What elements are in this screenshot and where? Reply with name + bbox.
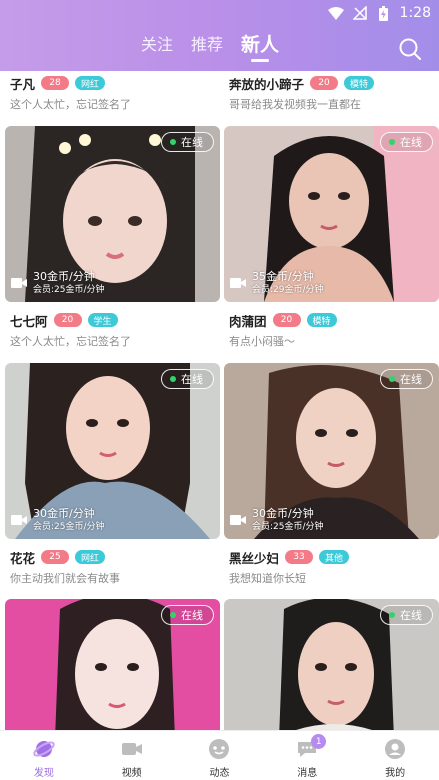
user-card[interactable]: 在线 35金币/分钟 会员:29金币/分钟 xyxy=(224,126,439,302)
online-status: 在线 xyxy=(380,132,433,152)
user-info[interactable]: 肉蒲团 20 模特 有点小闷骚～ xyxy=(229,310,439,349)
tag-badge: 学生 xyxy=(87,313,118,327)
tag-badge: 网红 xyxy=(75,550,106,564)
user-name: 七七阿 xyxy=(10,313,48,329)
nav-moments[interactable]: 动态 xyxy=(176,731,264,780)
call-price: 30金币/分钟 xyxy=(33,507,95,520)
wifi-icon xyxy=(327,6,344,20)
online-status: 在线 xyxy=(380,605,433,625)
age-badge: 20 xyxy=(53,313,82,327)
online-status: 在线 xyxy=(380,369,433,389)
tab-recommend[interactable]: 推荐 xyxy=(182,30,232,62)
user-signature: 有点小闷骚～ xyxy=(229,335,295,348)
search-icon[interactable] xyxy=(398,37,422,61)
status-time: 1:28 xyxy=(399,5,431,21)
status-bar: 1:28 xyxy=(327,4,431,22)
user-name: 黑丝少妇 xyxy=(229,550,280,566)
video-camera-icon xyxy=(11,278,27,288)
tag-badge: 模特 xyxy=(306,313,337,327)
user-card[interactable]: 在线 xyxy=(224,599,439,730)
online-label: 在线 xyxy=(181,609,203,622)
online-label: 在线 xyxy=(181,136,203,149)
online-dot xyxy=(170,376,176,382)
online-dot xyxy=(170,139,176,145)
user-card[interactable]: 在线 30金币/分钟 会员:25金币/分钟 xyxy=(224,363,439,539)
header-tabs: 关注 推荐 新人 xyxy=(132,30,288,64)
user-signature: 哥哥给我发视频我一直都在 xyxy=(229,98,361,111)
online-status: 在线 xyxy=(161,369,214,389)
online-dot xyxy=(389,612,395,618)
price-info: 30金币/分钟 会员:25金币/分钟 xyxy=(11,507,105,533)
user-name: 奔放的小蹄子 xyxy=(229,76,305,92)
tag-badge: 其他 xyxy=(319,550,350,564)
member-price: 会员:25金币/分钟 xyxy=(33,522,105,532)
user-name: 子凡 xyxy=(10,76,36,92)
online-label: 在线 xyxy=(181,373,203,386)
video-camera-icon xyxy=(121,743,142,755)
user-name: 肉蒲团 xyxy=(229,313,267,329)
nav-label: 动态 xyxy=(209,768,230,779)
nav-discover[interactable]: 发现 xyxy=(0,731,88,780)
video-camera-icon xyxy=(11,515,27,525)
user-info-benfang[interactable]: 奔放的小蹄子 20 模特 哥哥给我发视频我一直都在 xyxy=(229,73,439,112)
top-header: 1:28 关注 推荐 新人 xyxy=(0,0,439,71)
age-badge: 28 xyxy=(41,76,70,90)
nav-messages[interactable]: 1 消息 xyxy=(263,731,351,780)
price-info: 35金币/分钟 会员:29金币/分钟 xyxy=(230,270,324,296)
online-status: 在线 xyxy=(161,605,214,625)
online-label: 在线 xyxy=(400,609,422,622)
online-dot xyxy=(389,376,395,382)
no-signal-icon xyxy=(352,6,368,20)
tag-badge: 模特 xyxy=(344,76,375,90)
age-badge: 20 xyxy=(272,313,301,327)
video-camera-icon xyxy=(230,515,246,525)
tag-badge: 网红 xyxy=(75,76,106,90)
unread-badge: 1 xyxy=(311,734,327,749)
age-badge: 20 xyxy=(310,76,339,90)
call-price: 30金币/分钟 xyxy=(33,270,95,283)
call-price: 30金币/分钟 xyxy=(252,507,314,520)
nav-profile[interactable]: 我的 xyxy=(351,731,439,780)
online-label: 在线 xyxy=(400,136,422,149)
moments-icon xyxy=(209,739,230,759)
price-info: 30金币/分钟 会员:25金币/分钟 xyxy=(11,270,105,296)
nav-video[interactable]: 视频 xyxy=(88,731,176,780)
user-info[interactable]: 黑丝少妇 33 其他 我想知道你长短 xyxy=(229,547,439,586)
app-screen: 1:28 关注 推荐 新人 子凡 28 网红 这个人太忙，忘记签名了 奔放的小蹄… xyxy=(0,0,439,780)
nav-label: 发现 xyxy=(33,768,54,779)
user-info-zifan[interactable]: 子凡 28 网红 这个人太忙，忘记签名了 xyxy=(10,73,225,112)
member-price: 会员:25金币/分钟 xyxy=(252,522,324,532)
planet-icon xyxy=(33,741,55,757)
user-signature: 我想知道你长短 xyxy=(229,572,306,585)
video-camera-icon xyxy=(230,278,246,288)
tab-follow[interactable]: 关注 xyxy=(132,30,182,62)
price-info: 30金币/分钟 会员:25金币/分钟 xyxy=(230,507,324,533)
user-signature: 这个人太忙，忘记签名了 xyxy=(10,98,131,111)
user-name: 花花 xyxy=(10,550,36,566)
online-dot xyxy=(389,139,395,145)
nav-label: 我的 xyxy=(385,768,406,779)
age-badge: 33 xyxy=(285,550,314,564)
user-signature: 这个人太忙，忘记签名了 xyxy=(10,335,131,348)
nav-label: 消息 xyxy=(297,768,318,779)
tab-newcomer[interactable]: 新人 xyxy=(232,30,288,62)
user-card[interactable]: 在线 30金币/分钟 会员:25金币/分钟 xyxy=(5,363,220,539)
user-card[interactable]: 在线 xyxy=(5,599,220,730)
call-price: 35金币/分钟 xyxy=(252,270,314,283)
user-info[interactable]: 花花 25 网红 你主动我们就会有故事 xyxy=(10,547,225,586)
online-status: 在线 xyxy=(161,132,214,152)
online-label: 在线 xyxy=(400,373,422,386)
member-price: 会员:25金币/分钟 xyxy=(33,285,105,295)
user-info[interactable]: 七七阿 20 学生 这个人太忙，忘记签名了 xyxy=(10,310,225,349)
user-card[interactable]: 在线 30金币/分钟 会员:25金币/分钟 xyxy=(5,126,220,302)
online-dot xyxy=(170,612,176,618)
bottom-nav: 发现 视频 动态 1 消息 我的 xyxy=(0,730,439,780)
nav-label: 视频 xyxy=(121,768,142,779)
user-grid: 子凡 28 网红 这个人太忙，忘记签名了 奔放的小蹄子 20 模特 哥哥给我发视… xyxy=(0,71,439,730)
battery-charging-icon xyxy=(376,5,392,21)
profile-icon xyxy=(385,739,406,759)
member-price: 会员:29金币/分钟 xyxy=(252,285,324,295)
age-badge: 25 xyxy=(41,550,70,564)
user-signature: 你主动我们就会有故事 xyxy=(10,572,120,585)
